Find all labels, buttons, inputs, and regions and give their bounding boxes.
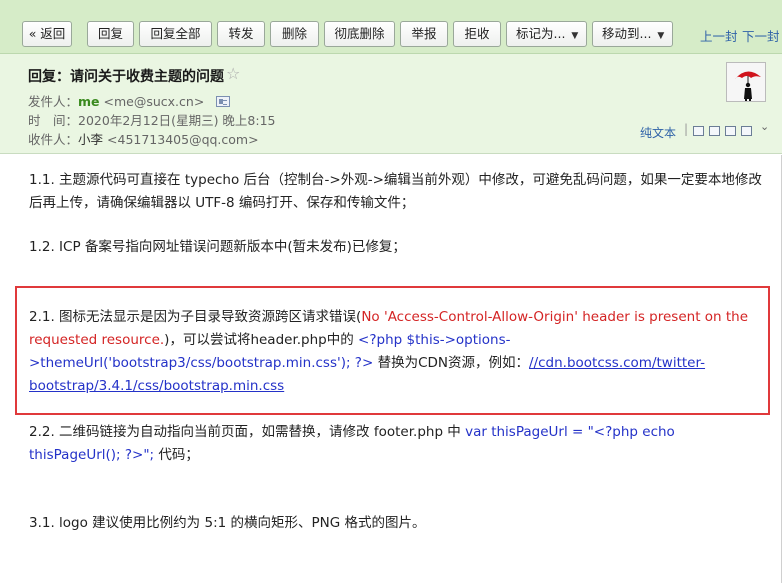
plain-text-link[interactable]: 纯文本 (640, 124, 676, 141)
caret-down-icon: ▼ (657, 31, 665, 41)
header-separator: | (684, 122, 689, 136)
paragraph-2-1: 2.1. 图标无法显示是因为子目录导致资源跨区请求错误(No 'Access-C… (29, 306, 769, 398)
mail-header: 回复：请问关于收费主题的问题 ☆ 发件人：me <me@sucx.cn> 时 间… (0, 54, 782, 154)
to-row: 收件人：小李 <451713405@qq.com> (28, 129, 259, 148)
from-label: 发件人： (28, 94, 79, 109)
mark-as-dropdown[interactable]: 标记为... ▼ (506, 21, 587, 47)
new-window-icon[interactable] (693, 126, 704, 136)
move-to-dropdown[interactable]: 移动到... ▼ (592, 21, 673, 47)
time-label: 时 间： (28, 113, 79, 128)
reply-all-button[interactable]: 回复全部 (139, 21, 212, 47)
move-to-label: 移动到... (602, 26, 652, 41)
block-sender-button[interactable]: 拒收 (453, 21, 501, 47)
sender-email: <me@sucx.cn> (103, 94, 205, 109)
chevron-down-icon[interactable]: ⌄ (760, 120, 769, 133)
from-row: 发件人：me <me@sucx.cn> (28, 91, 231, 110)
paragraph-3-1: 3.1. logo 建议使用比例约为 5:1 的横向矩形、PNG 格式的图片。 (29, 515, 426, 531)
time-row: 时 间：2020年2月12日(星期三) 晚上8:15 (28, 110, 275, 129)
forward-button[interactable]: 转发 (217, 21, 265, 47)
mail-subject: 回复：请问关于收费主题的问题 (28, 69, 224, 85)
collapse-icon[interactable] (741, 126, 752, 136)
delete-button[interactable]: 删除 (270, 21, 319, 47)
to-label: 收件人： (28, 132, 79, 147)
permanent-delete-button[interactable]: 彻底删除 (324, 21, 395, 47)
report-button[interactable]: 举报 (400, 21, 448, 47)
sender-avatar (726, 62, 766, 102)
umbrella-figure-icon (727, 63, 765, 101)
p22-text-a: 2.2. 二维码链接为自动指向当前页面，如需替换，请修改 footer.php … (29, 424, 466, 440)
p21-text-b: )，可以尝试将header.php中的 (164, 332, 359, 348)
p21-text-c: 替换为CDN资源，例如： (373, 355, 530, 371)
previous-mail-link[interactable]: 上一封 (700, 26, 738, 45)
reply-button[interactable]: 回复 (87, 21, 134, 47)
back-button[interactable]: « 返回 (22, 21, 72, 47)
contact-card-icon[interactable] (216, 96, 231, 107)
paragraph-2-2: 2.2. 二维码链接为自动指向当前页面，如需替换，请修改 footer.php … (29, 421, 769, 467)
save-icon[interactable] (725, 126, 736, 136)
caret-down-icon: ▼ (571, 31, 579, 41)
sender-name[interactable]: me (78, 94, 100, 109)
mail-toolbar: « 返回 回复 回复全部 转发 删除 彻底删除 举报 拒收 标记为... ▼ 移动… (0, 0, 782, 54)
recipient-email: <451713405@qq.com> (107, 132, 259, 147)
mail-body: 1.1. 主题源代码可直接在 typecho 后台（控制台->外观->编辑当前外… (0, 155, 782, 583)
print-icon[interactable] (709, 126, 720, 136)
next-mail-link[interactable]: 下一封 (742, 26, 780, 45)
p21-text-a: 2.1. 图标无法显示是因为子目录导致资源跨区请求错误( (29, 309, 362, 325)
recipient-name[interactable]: 小李 (78, 132, 103, 147)
time-value: 2020年2月12日(星期三) 晚上8:15 (78, 113, 276, 128)
mark-as-label: 标记为... (516, 26, 566, 41)
p22-text-b: 代码； (154, 447, 199, 463)
star-icon[interactable]: ☆ (226, 64, 240, 83)
paragraph-1-1: 1.1. 主题源代码可直接在 typecho 后台（控制台->外观->编辑当前外… (29, 172, 762, 211)
paragraph-1-2: 1.2. ICP 备案号指向网址错误问题新版本中(暂未发布)已修复； (29, 239, 406, 255)
